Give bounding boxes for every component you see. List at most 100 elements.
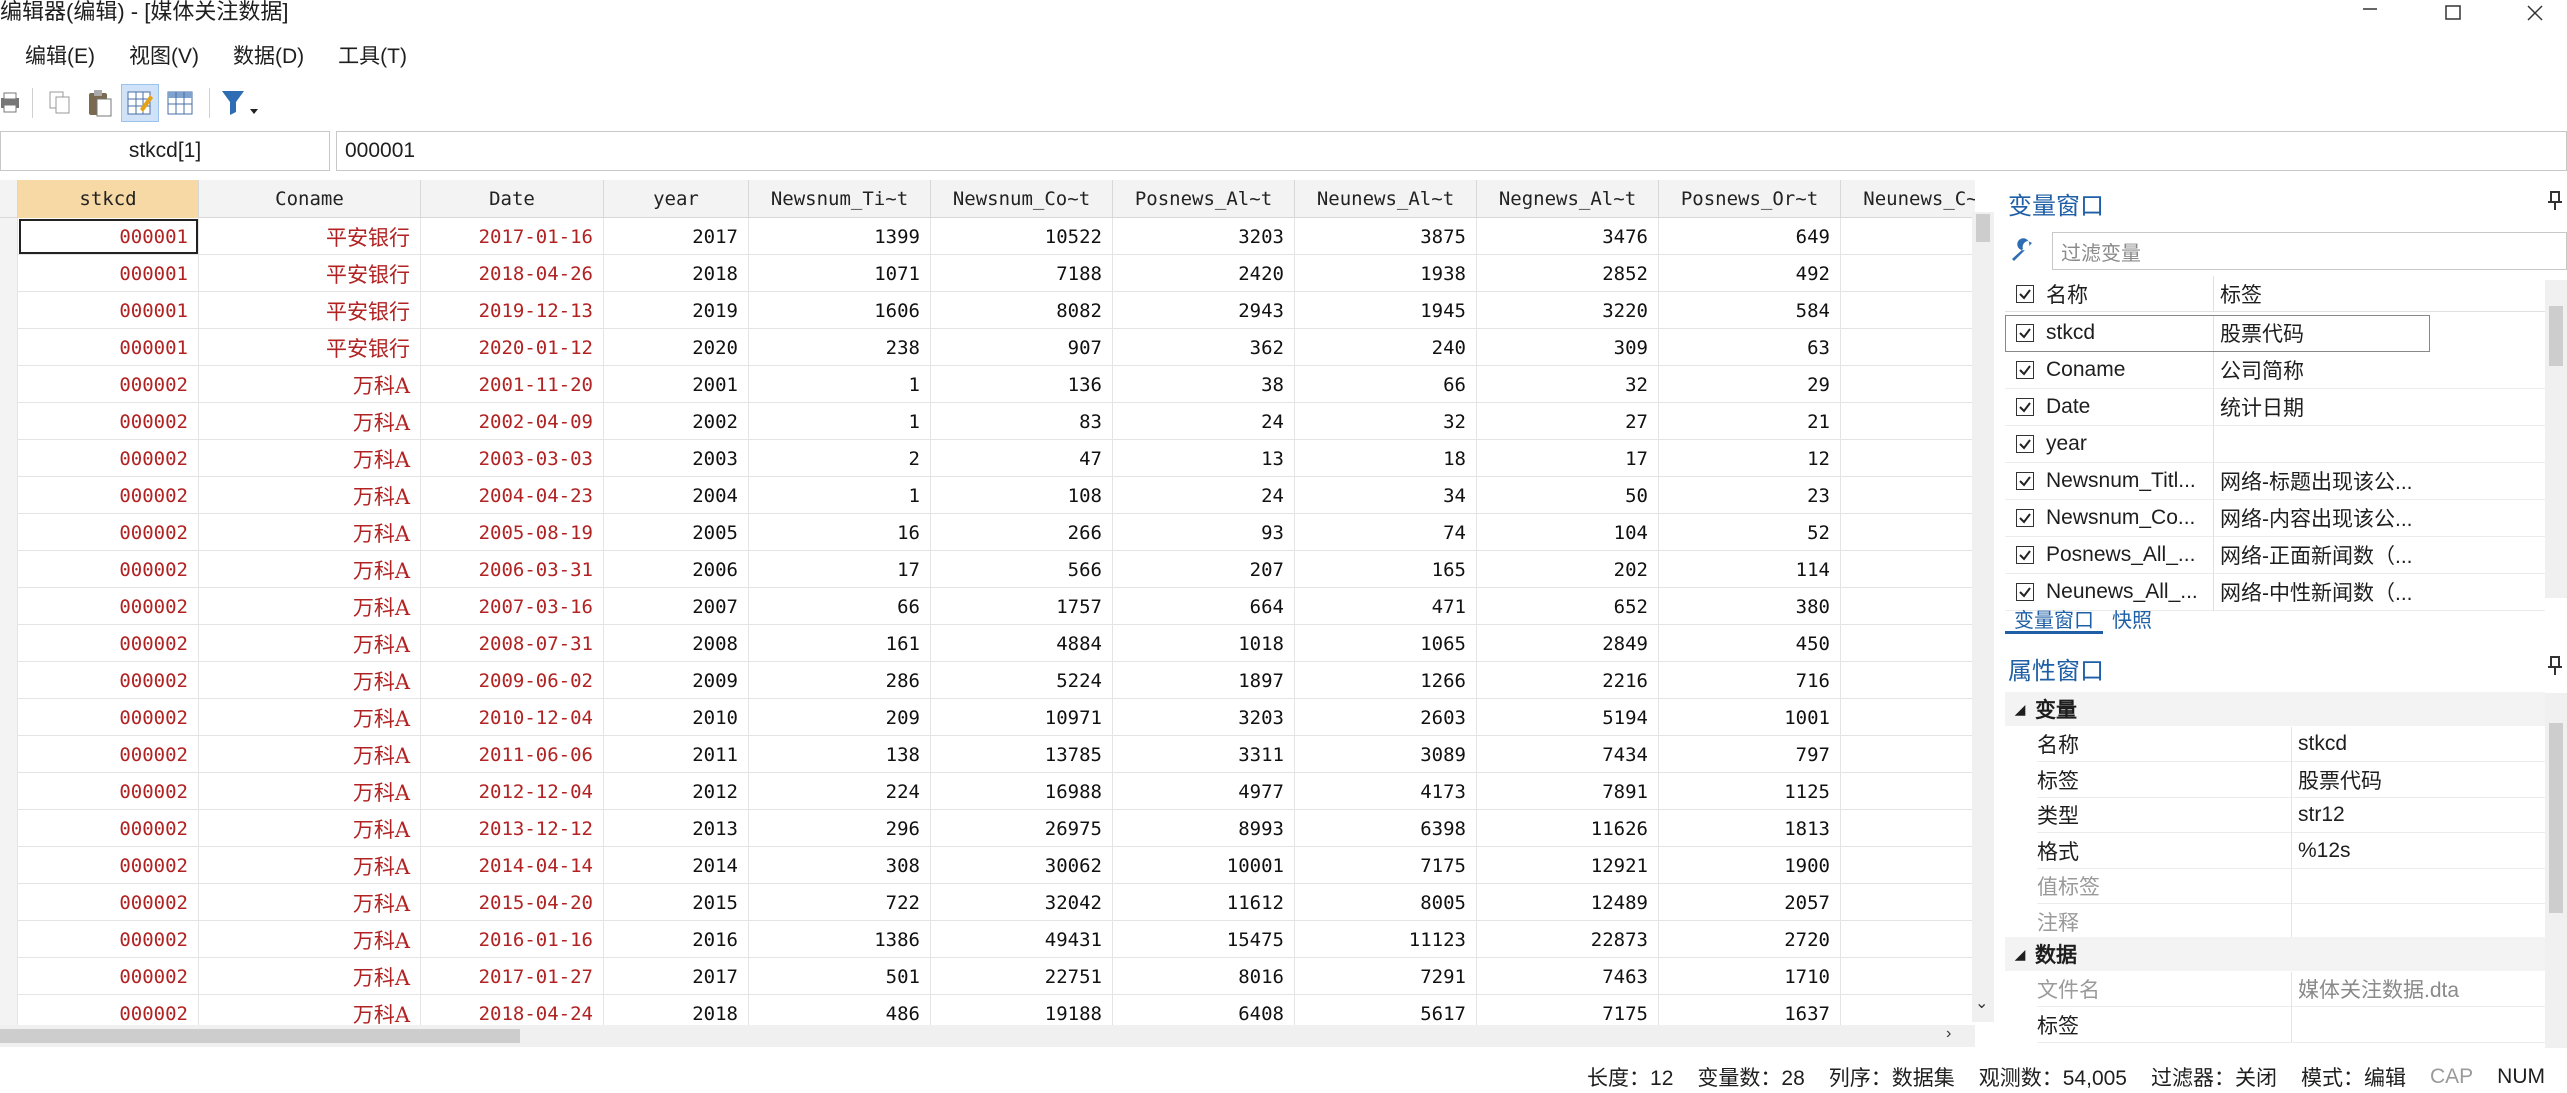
table-cell[interactable]: 1125 <box>1659 773 1841 810</box>
row-number[interactable] <box>0 218 18 255</box>
pin-icon[interactable] <box>2545 655 2565 677</box>
table-cell[interactable]: 15475 <box>1113 921 1295 958</box>
column-header[interactable]: stkcd <box>18 180 199 218</box>
table-cell[interactable]: 万科A <box>199 514 421 551</box>
minimize-button[interactable] <box>2335 0 2405 28</box>
table-cell[interactable]: 1938 <box>1295 255 1477 292</box>
table-cell[interactable]: 7434 <box>1477 736 1659 773</box>
table-cell[interactable]: 1757 <box>931 588 1113 625</box>
table-cell[interactable]: 50 <box>1477 477 1659 514</box>
table-cell[interactable]: 286 <box>749 662 931 699</box>
table-cell[interactable]: 7175 <box>1477 995 1659 1025</box>
table-cell[interactable]: 108 <box>931 477 1113 514</box>
current-cell-name[interactable]: stkcd[1] <box>0 131 330 171</box>
table-cell[interactable]: 2017-01-16 <box>421 218 604 255</box>
table-cell[interactable]: 2019 <box>604 292 749 329</box>
table-cell[interactable]: 8082 <box>931 292 1113 329</box>
table-cell[interactable]: 66 <box>1295 366 1477 403</box>
variable-row[interactable]: Date 统计日期 <box>2005 388 2545 426</box>
variable-row[interactable]: Posnews_All_... 网络-正面新闻数（... <box>2005 536 2545 574</box>
table-cell[interactable] <box>1841 588 1975 625</box>
table-cell[interactable]: 1018 <box>1113 625 1295 662</box>
table-cell[interactable]: 2 <box>1841 921 1975 958</box>
table-cell[interactable]: 8993 <box>1113 810 1295 847</box>
current-cell-value-input[interactable]: 000001 <box>336 131 2567 171</box>
table-cell[interactable]: 000002 <box>18 551 199 588</box>
table-cell[interactable]: 11612 <box>1113 884 1295 921</box>
table-cell[interactable]: 万科A <box>199 995 421 1025</box>
table-cell[interactable]: 1399 <box>749 218 931 255</box>
table-cell[interactable]: 2014 <box>604 847 749 884</box>
table-cell[interactable]: 83 <box>931 403 1113 440</box>
table-cell[interactable]: 32042 <box>931 884 1113 921</box>
menu-tools[interactable]: 工具(T) <box>326 40 419 70</box>
scroll-right-icon[interactable]: › <box>1946 1025 1951 1043</box>
table-cell[interactable]: 000002 <box>18 995 199 1025</box>
table-cell[interactable]: 000002 <box>18 625 199 662</box>
table-cell[interactable]: 63 <box>1659 329 1841 366</box>
column-header[interactable]: Date <box>421 180 604 218</box>
table-cell[interactable]: 1266 <box>1295 662 1477 699</box>
variable-checkbox[interactable] <box>2016 361 2034 379</box>
table-cell[interactable]: 000002 <box>18 736 199 773</box>
table-cell[interactable]: 5224 <box>931 662 1113 699</box>
pin-icon[interactable] <box>2545 190 2565 212</box>
table-cell[interactable]: 万科A <box>199 551 421 588</box>
table-cell[interactable]: 716 <box>1659 662 1841 699</box>
table-cell[interactable]: 1637 <box>1659 995 1841 1025</box>
table-cell[interactable]: 584 <box>1659 292 1841 329</box>
table-cell[interactable]: 486 <box>749 995 931 1025</box>
table-cell[interactable]: 66 <box>749 588 931 625</box>
variable-list-scrollbar[interactable] <box>2545 280 2567 598</box>
table-cell[interactable]: 1065 <box>1295 625 1477 662</box>
table-cell[interactable] <box>1841 514 1975 551</box>
scroll-down-icon[interactable]: ⌄ <box>1975 993 1988 1013</box>
print-button[interactable] <box>0 84 22 122</box>
row-number[interactable] <box>0 884 18 921</box>
property-value[interactable]: 股票代码 <box>2292 765 2382 795</box>
column-header[interactable]: Neunews_Al~t <box>1295 180 1477 218</box>
row-number[interactable] <box>0 921 18 958</box>
table-cell[interactable]: 万科A <box>199 366 421 403</box>
table-cell[interactable]: 平安银行 <box>199 255 421 292</box>
table-cell[interactable]: 000001 <box>18 329 199 366</box>
menu-view[interactable]: 视图(V) <box>117 40 211 70</box>
row-number[interactable] <box>0 958 18 995</box>
property-row[interactable]: 值标签 <box>2037 868 2545 904</box>
properties-scrollbar[interactable] <box>2545 693 2567 1048</box>
table-cell[interactable]: 2852 <box>1477 255 1659 292</box>
grid-vertical-scrollbar[interactable] <box>1972 212 1994 1022</box>
table-cell[interactable]: 2001 <box>604 366 749 403</box>
property-row[interactable]: 标签 <box>2037 1007 2545 1043</box>
table-cell[interactable]: 13 <box>1113 440 1295 477</box>
table-cell[interactable]: 47 <box>931 440 1113 477</box>
table-cell[interactable]: 2011 <box>604 736 749 773</box>
table-cell[interactable]: 501 <box>749 958 931 995</box>
table-cell[interactable]: 16988 <box>931 773 1113 810</box>
row-number[interactable] <box>0 514 18 551</box>
table-cell[interactable]: 19188 <box>931 995 1113 1025</box>
row-number[interactable] <box>0 403 18 440</box>
property-row[interactable]: 格式 %12s <box>2037 833 2545 869</box>
table-cell[interactable] <box>1841 699 1975 736</box>
row-number[interactable] <box>0 995 18 1025</box>
table-cell[interactable]: 000002 <box>18 810 199 847</box>
table-cell[interactable]: 93 <box>1113 514 1295 551</box>
table-cell[interactable]: 22873 <box>1477 921 1659 958</box>
column-header-name[interactable]: 名称 <box>2046 275 2214 312</box>
table-cell[interactable]: 1900 <box>1659 847 1841 884</box>
table-cell[interactable]: 24 <box>1113 477 1295 514</box>
table-cell[interactable]: 566 <box>931 551 1113 588</box>
table-cell[interactable]: 32 <box>1295 403 1477 440</box>
table-cell[interactable]: 17 <box>749 551 931 588</box>
table-cell[interactable]: 30062 <box>931 847 1113 884</box>
property-value[interactable]: %12s <box>2292 839 2351 863</box>
table-cell[interactable]: 000002 <box>18 773 199 810</box>
scroll-thumb[interactable] <box>1976 214 1990 242</box>
table-cell[interactable]: 1071 <box>749 255 931 292</box>
table-cell[interactable]: 224 <box>749 773 931 810</box>
table-cell[interactable]: 000002 <box>18 958 199 995</box>
table-cell[interactable]: 2017-01-27 <box>421 958 604 995</box>
table-cell[interactable]: 296 <box>749 810 931 847</box>
table-cell[interactable]: 2006 <box>604 551 749 588</box>
